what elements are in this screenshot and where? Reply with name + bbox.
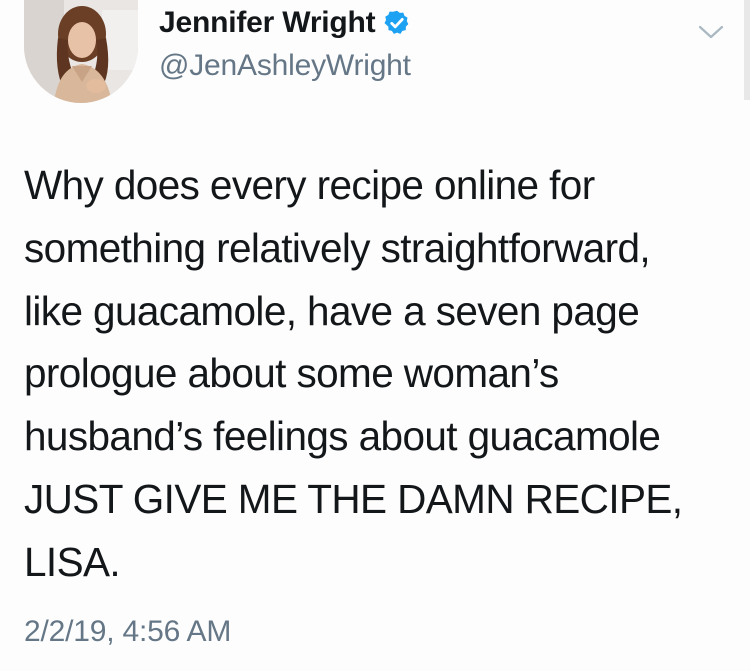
tweet-line: husband’s feelings about guacamole (24, 413, 661, 460)
verified-badge-icon (384, 10, 409, 34)
author-handle[interactable]: @JenAshleyWright (159, 49, 411, 83)
author-display-name[interactable]: Jennifer Wright (159, 6, 376, 40)
edge-divider (744, 0, 750, 100)
tweet-line: like guacamole, have a seven page (24, 287, 640, 334)
tweet-line: JUST GIVE ME THE DAMN RECIPE, (24, 475, 683, 522)
tweet-timestamp[interactable]: 2/2/19, 4:56 AM (24, 615, 231, 649)
tweet-line: prologue about some woman’s (24, 350, 559, 397)
tweet-line: Why does every recipe online for (24, 162, 595, 208)
avatar-photo (24, 0, 138, 103)
chevron-down-icon[interactable] (696, 22, 726, 42)
tweet-text: Why does every recipe online for somethi… (24, 154, 740, 594)
tweet-line: LISA. (24, 538, 121, 585)
tweet-card: Jennifer Wright @JenAshleyWright Why doe… (0, 0, 750, 671)
avatar[interactable] (24, 0, 138, 103)
author-name-row[interactable]: Jennifer Wright (159, 4, 411, 42)
tweet-line: something relatively straightforward, (24, 224, 651, 271)
